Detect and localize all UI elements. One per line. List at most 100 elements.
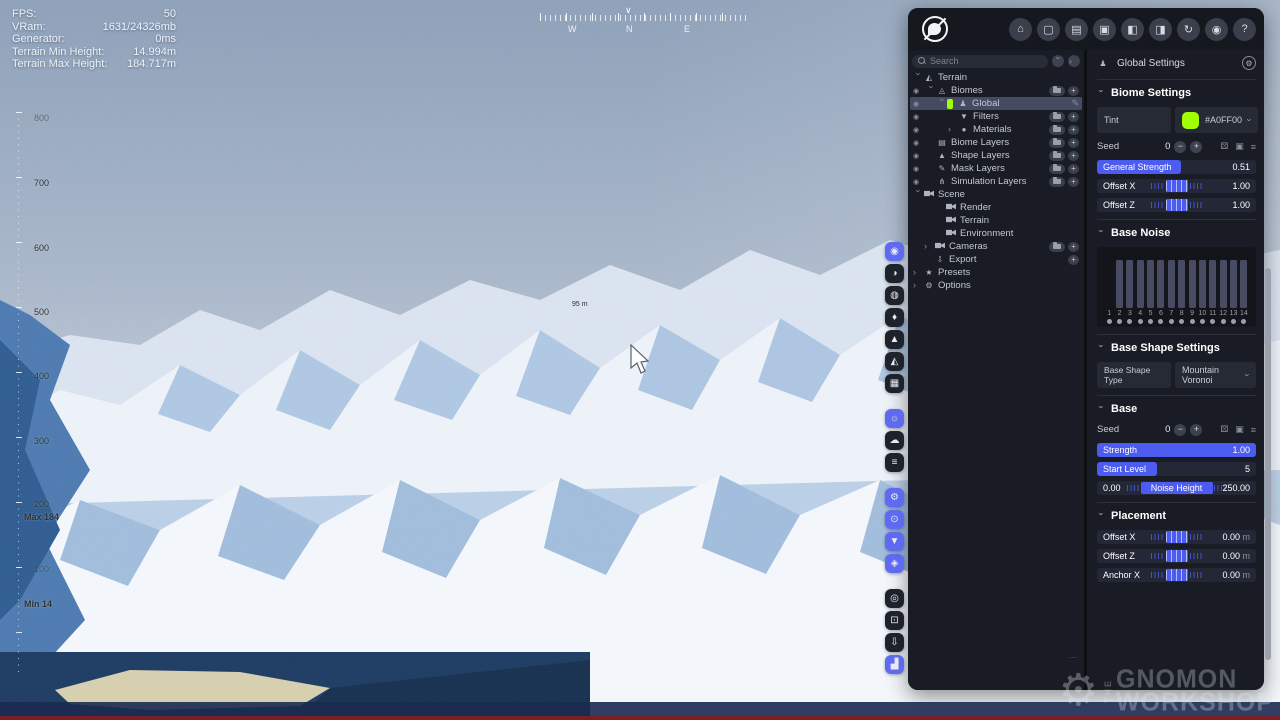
tree-item-simulation-layers[interactable]: ◉⋔Simulation Layers+	[910, 175, 1082, 188]
noise-octave-2[interactable]: 2	[1114, 252, 1124, 324]
refresh-button[interactable]: ↻	[1177, 18, 1200, 41]
noise-bar-reset-button[interactable]	[1179, 319, 1184, 324]
noise-bar-reset-button[interactable]	[1107, 319, 1112, 324]
chevron-down-icon[interactable]: ›	[938, 99, 947, 109]
add-layer-button[interactable]: +	[1068, 151, 1079, 161]
noise-bar[interactable]	[1157, 260, 1164, 308]
scene-view-button[interactable]: ◭	[885, 352, 904, 371]
noise-bar-reset-button[interactable]	[1200, 319, 1205, 324]
noise-bar[interactable]	[1147, 260, 1154, 308]
orbit-view-button[interactable]: ◉	[885, 242, 904, 261]
open-folder-button[interactable]: ▤	[1065, 18, 1088, 41]
noise-bar-reset-button[interactable]	[1169, 319, 1174, 324]
noise-bar-reset-button[interactable]	[1127, 319, 1132, 324]
section-biome-settings[interactable]: › Biome Settings	[1097, 87, 1256, 99]
add-layer-button[interactable]: +	[1068, 125, 1079, 135]
noise-bar[interactable]	[1240, 260, 1247, 308]
noise-bar[interactable]	[1116, 260, 1123, 308]
noise-bar[interactable]	[1220, 260, 1227, 308]
tree-item-global[interactable]: ◉›♟Global✎	[910, 97, 1082, 110]
noise-height-handle[interactable]: Noise Height	[1141, 482, 1213, 494]
noise-octave-12[interactable]: 12	[1218, 252, 1228, 324]
base-noise-bar-chart[interactable]: 1234567891011121314	[1097, 247, 1256, 327]
list-settings-button[interactable]: ≡	[885, 453, 904, 472]
noise-bar-reset-button[interactable]	[1241, 319, 1246, 324]
biome-color-swatch[interactable]	[947, 99, 953, 109]
noise-bar-reset-button[interactable]	[1148, 319, 1153, 324]
tree-item-materials[interactable]: ◉›●Materials+	[910, 123, 1082, 136]
noise-bar[interactable]	[1168, 260, 1175, 308]
target-button[interactable]: ◎	[885, 589, 904, 608]
noise-bar[interactable]	[1230, 260, 1237, 308]
section-base[interactable]: › Base	[1097, 403, 1256, 415]
app-logo-icon[interactable]	[922, 16, 948, 42]
filter-button[interactable]: ▼	[885, 532, 904, 551]
placement-anchor-x-scrubber[interactable]: Anchor X 0.00 m	[1097, 568, 1256, 582]
group-folder-button[interactable]	[1049, 177, 1065, 187]
base-shape-type-dropdown[interactable]: Mountain Voronoi ›	[1175, 362, 1256, 388]
noise-octave-11[interactable]: 11	[1208, 252, 1218, 324]
noise-octave-3[interactable]: 3	[1125, 252, 1135, 324]
seed-value[interactable]: 0	[1165, 141, 1170, 152]
noise-octave-1[interactable]: 1	[1104, 252, 1114, 324]
tree-item-cameras[interactable]: ›Cameras+	[910, 240, 1082, 253]
noise-bar[interactable]	[1137, 260, 1144, 308]
help-button[interactable]: ?	[1233, 18, 1256, 41]
chevron-down-icon[interactable]: ›	[927, 86, 936, 96]
layers-button[interactable]: ◈	[885, 554, 904, 573]
start-level-slider[interactable]: Start Level 5	[1097, 462, 1256, 476]
noise-height-scrubber[interactable]: Noise Height 0.00 250.00	[1097, 481, 1256, 495]
visibility-eye-icon[interactable]: ◉	[913, 165, 926, 173]
chevron-right-icon[interactable]: ›	[913, 281, 923, 290]
video-progress-bar[interactable]	[0, 716, 1280, 720]
seed-decrement-button[interactable]: −	[1174, 424, 1186, 436]
placement-offset-x-scrubber[interactable]: Offset X 0.00 m	[1097, 530, 1256, 544]
add-layer-button[interactable]: +	[1068, 112, 1079, 122]
terrain-view-button[interactable]: ▲	[885, 330, 904, 349]
tree-item-shape-layers[interactable]: ◉▲Shape Layers+	[910, 149, 1082, 162]
cloud-settings-button[interactable]: ☁	[885, 431, 904, 450]
save-button[interactable]: ▣	[1093, 18, 1116, 41]
visibility-eye-icon[interactable]: ◉	[913, 126, 926, 134]
chevron-down-icon[interactable]: ›	[914, 190, 923, 200]
tree-item-filters[interactable]: ◉▼Filters+	[910, 110, 1082, 123]
seed-increment-button[interactable]: +	[1190, 141, 1202, 153]
noise-octave-13[interactable]: 13	[1228, 252, 1238, 324]
add-layer-button[interactable]: +	[1068, 164, 1079, 174]
chevron-right-icon[interactable]: ›	[913, 268, 923, 277]
visibility-eye-icon[interactable]: ◉	[913, 139, 926, 147]
noise-bar[interactable]	[1189, 260, 1196, 308]
tree-item-scene[interactable]: ›Scene	[910, 188, 1082, 201]
tree-item-presets[interactable]: ›★Presets	[910, 266, 1082, 279]
noise-bar-reset-button[interactable]	[1117, 319, 1122, 324]
noise-octave-5[interactable]: 5	[1145, 252, 1155, 324]
noise-bar[interactable]	[1209, 260, 1216, 308]
seed-list-icon[interactable]: ≡	[1251, 425, 1256, 435]
noise-octave-6[interactable]: 6	[1156, 252, 1166, 324]
visibility-eye-icon[interactable]: ◉	[913, 152, 926, 160]
visibility-eye-icon[interactable]: ◉	[913, 113, 926, 121]
noise-bar-reset-button[interactable]	[1190, 319, 1195, 324]
water-view-button[interactable]: ♦	[885, 308, 904, 327]
save-import-button[interactable]: ◧	[1121, 18, 1144, 41]
download-button[interactable]: ⇩	[885, 633, 904, 652]
visibility-button[interactable]: ⊙	[885, 510, 904, 529]
search-input[interactable]: Search	[912, 55, 1048, 68]
expand-all-button[interactable]: ›	[1068, 55, 1080, 67]
stats-chart-button[interactable]: ▟	[885, 655, 904, 674]
seed-list-icon[interactable]: ≡	[1251, 142, 1256, 152]
noise-bar-reset-button[interactable]	[1138, 319, 1143, 324]
add-layer-button[interactable]: +	[1068, 177, 1079, 187]
settings-gear-button[interactable]: ⚙	[1242, 56, 1256, 70]
tree-item-export[interactable]: ⇩Export+	[910, 253, 1082, 266]
noise-bar[interactable]	[1126, 260, 1133, 308]
seed-random-icon[interactable]: ⚄	[1220, 424, 1228, 435]
globe-view-button[interactable]: ◍	[885, 286, 904, 305]
noise-bar[interactable]	[1199, 260, 1206, 308]
tree-item-environment[interactable]: Environment	[910, 227, 1082, 240]
sun-settings-button[interactable]: ☼	[885, 409, 904, 428]
visibility-eye-icon[interactable]: ◉	[913, 100, 926, 108]
noise-bar-reset-button[interactable]	[1158, 319, 1163, 324]
seed-value[interactable]: 0	[1165, 424, 1170, 435]
group-folder-button[interactable]	[1049, 86, 1065, 96]
